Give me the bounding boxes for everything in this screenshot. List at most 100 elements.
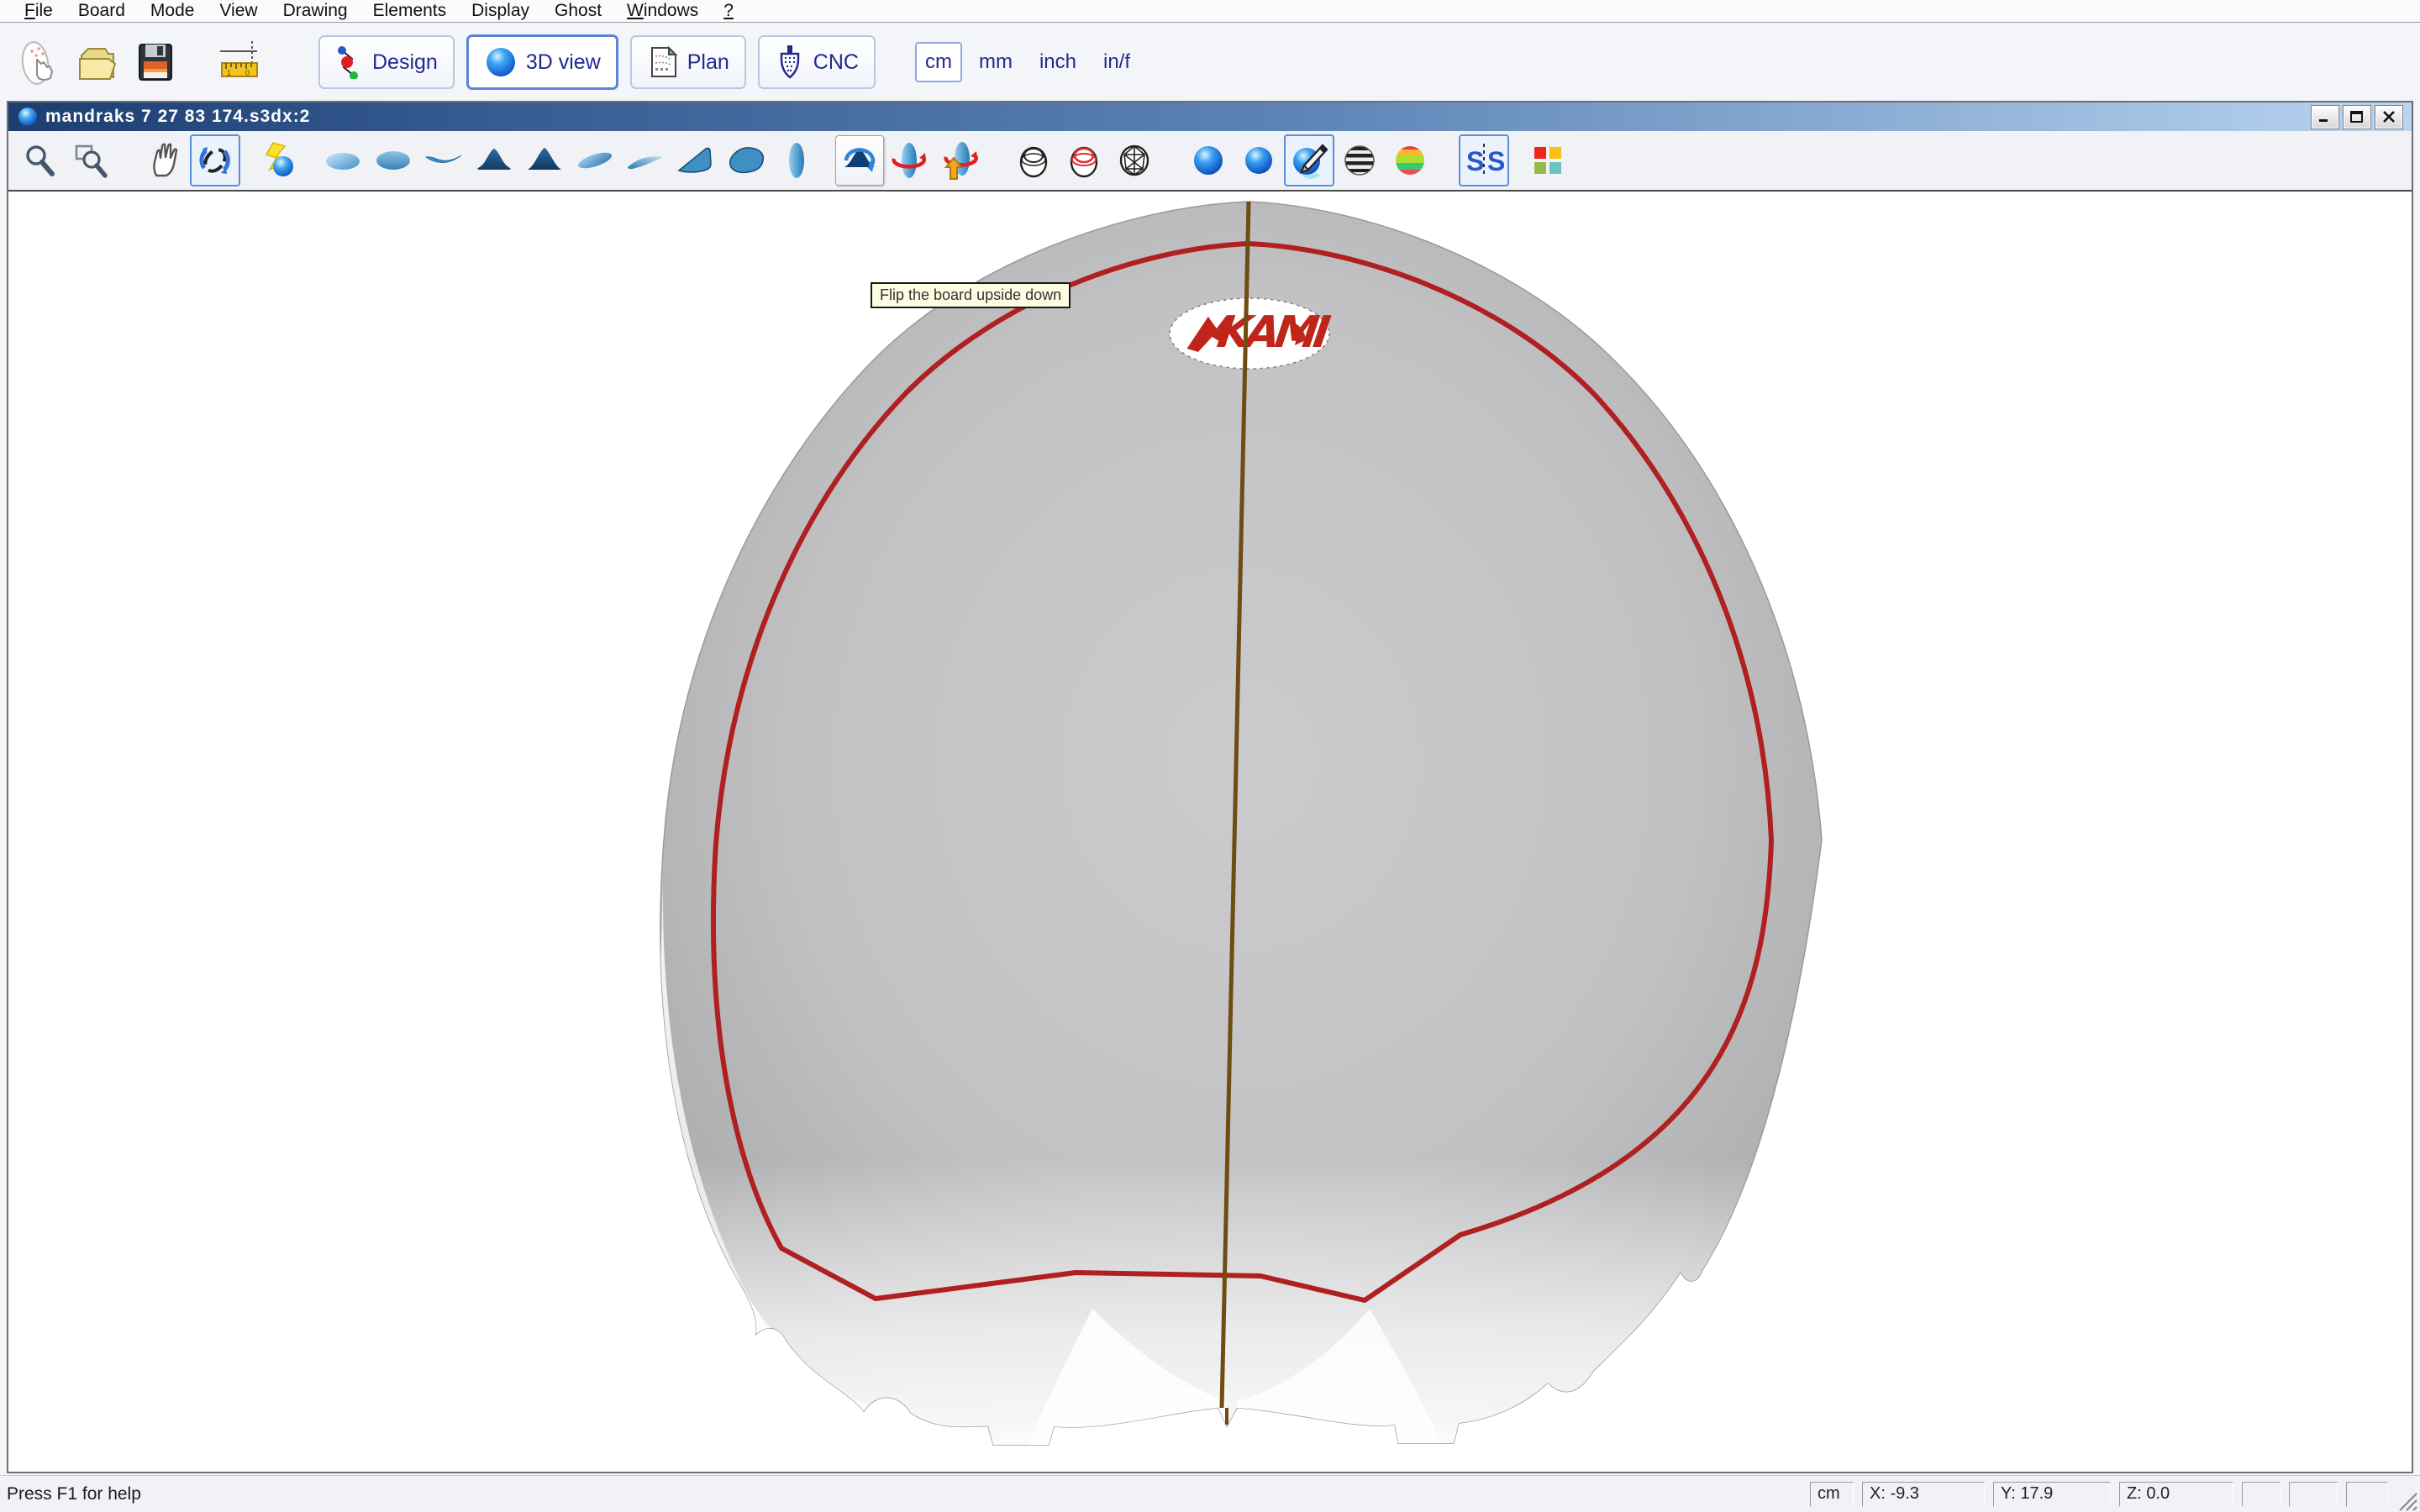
shape3d-app: File Board Mode View Drawing Elements Di… (0, 0, 2420, 1512)
menu-help[interactable]: ? (711, 1, 746, 21)
view-toolbar: S S (8, 131, 2412, 192)
rotate-board-step-button[interactable] (934, 134, 985, 186)
plan-document-icon (647, 45, 679, 80)
perspective-right-button[interactable] (620, 134, 671, 186)
zoom-window-tool-button[interactable] (66, 134, 116, 186)
unit-inf[interactable]: in/f (1093, 42, 1140, 82)
flip-board-button[interactable] (835, 135, 884, 186)
outline-view-icon (778, 140, 815, 181)
close-icon (2381, 110, 2396, 123)
minimize-icon (2317, 110, 2333, 123)
surfboard-3d-render: KAMI (8, 192, 2412, 1472)
menu-mode[interactable]: Mode (138, 1, 208, 21)
rocker-view-button[interactable] (418, 134, 469, 186)
wireframe-sphere-button[interactable] (1008, 134, 1059, 186)
deck-view-button[interactable] (318, 134, 368, 186)
rocker-view-icon (424, 142, 464, 179)
zoom-window-icon (72, 142, 109, 179)
perspective-left-button[interactable] (570, 134, 620, 186)
smooth-sphere-button[interactable] (1234, 134, 1284, 186)
status-help-text: Press F1 for help (7, 1484, 141, 1504)
rotate-3d-tool-button[interactable] (190, 134, 240, 186)
smooth-sphere-icon (1240, 142, 1277, 179)
flip-board-icon (839, 140, 880, 181)
striped-sphere-icon (1341, 142, 1378, 179)
bottom-view-button[interactable] (368, 134, 418, 186)
minimize-button[interactable] (2311, 105, 2339, 129)
perspective-right-icon (625, 142, 666, 179)
svg-text:S: S (1487, 146, 1504, 176)
new-board-icon (13, 38, 62, 87)
tooltip: Flip the board upside down (871, 282, 1071, 308)
rotate-board-icon (889, 140, 929, 181)
resize-grip-icon[interactable] (2396, 1490, 2418, 1512)
menu-file[interactable]: File (12, 1, 66, 21)
open-folder-icon (73, 39, 120, 86)
3d-viewport[interactable]: KAMI Flip the board upside down (8, 192, 2412, 1472)
status-cells: cm X: -9.3 Y: 17.9 Z: 0.0 (1810, 1482, 2388, 1507)
sphere-pencil-button[interactable] (1284, 134, 1334, 186)
tail-section-view-icon (524, 142, 565, 179)
symmetry-button[interactable]: S S (1459, 134, 1509, 186)
unit-cm[interactable]: cm (915, 42, 962, 82)
menu-view[interactable]: View (207, 1, 270, 21)
unit-inch[interactable]: inch (1029, 42, 1086, 82)
nose-section-view-button[interactable] (469, 134, 519, 186)
mesh-sphere-button[interactable] (1109, 134, 1160, 186)
nose-section-view-icon (474, 142, 514, 179)
menu-board[interactable]: Board (66, 1, 138, 21)
zoom-icon (22, 142, 59, 179)
color-squares-icon (1529, 142, 1566, 179)
dimensions-button[interactable]: 1 0 (213, 36, 266, 88)
3d-view-mode-label: 3D view (526, 50, 601, 75)
zoom-tool-button[interactable] (15, 134, 66, 186)
cnc-bit-icon (775, 44, 805, 81)
menu-ghost[interactable]: Ghost (542, 1, 614, 21)
color-squares-button[interactable] (1523, 134, 1573, 186)
cnc-mode-button[interactable]: CNC (758, 35, 876, 89)
menu-display[interactable]: Display (459, 1, 542, 21)
perspective-left-icon (575, 142, 615, 179)
wedge-view-button[interactable] (671, 134, 721, 186)
new-board-button[interactable] (12, 36, 64, 88)
rotate-board-step-icon (939, 140, 980, 181)
document-titlebar[interactable]: mandraks 7 27 83 174.s3dx:2 (8, 102, 2412, 131)
design-mode-label: Design (372, 50, 438, 75)
menu-drawing[interactable]: Drawing (271, 1, 360, 21)
blob-view-button[interactable] (721, 134, 771, 186)
window-sphere-icon (17, 106, 39, 128)
rainbow-sphere-button[interactable] (1385, 134, 1435, 186)
status-x-coord: X: -9.3 (1862, 1482, 1985, 1507)
plan-mode-button[interactable]: Plan (630, 35, 746, 89)
status-unit: cm (1810, 1482, 1854, 1507)
close-button[interactable] (2375, 105, 2403, 129)
board-deck: KAMI (647, 202, 1823, 1472)
design-mode-button[interactable]: Design (318, 35, 455, 89)
shaded-sphere-button[interactable] (1183, 134, 1234, 186)
save-button[interactable] (129, 36, 182, 88)
status-bar: Press F1 for help cm X: -9.3 Y: 17.9 Z: … (0, 1475, 2420, 1512)
light-source-button[interactable] (254, 134, 304, 186)
svg-text:S: S (1466, 146, 1484, 176)
mesh-sphere-icon (1116, 142, 1153, 179)
window-controls (2311, 105, 2403, 129)
3d-view-mode-button[interactable]: 3D view (466, 34, 618, 90)
wireframe-red-sphere-button[interactable] (1059, 134, 1109, 186)
unit-selector: cm mm inch in/f (915, 42, 1140, 82)
maximize-button[interactable] (2343, 105, 2371, 129)
pan-hand-icon (146, 142, 183, 179)
wireframe-sphere-icon (1015, 142, 1052, 179)
open-file-button[interactable] (71, 36, 123, 88)
rotate-board-button[interactable] (884, 134, 934, 186)
main-toolbar: 1 0 Design 3D view (0, 24, 2420, 101)
dimensions-icon: 1 0 (215, 38, 264, 87)
menu-elements[interactable]: Elements (360, 1, 460, 21)
svg-text:1: 1 (227, 69, 231, 77)
tail-section-view-button[interactable] (519, 134, 570, 186)
menu-windows[interactable]: Windows (614, 1, 711, 21)
menu-bar: File Board Mode View Drawing Elements Di… (0, 0, 2420, 23)
pan-tool-button[interactable] (139, 134, 190, 186)
unit-mm[interactable]: mm (969, 42, 1023, 82)
striped-sphere-button[interactable] (1334, 134, 1385, 186)
outline-view-button[interactable] (771, 134, 822, 186)
